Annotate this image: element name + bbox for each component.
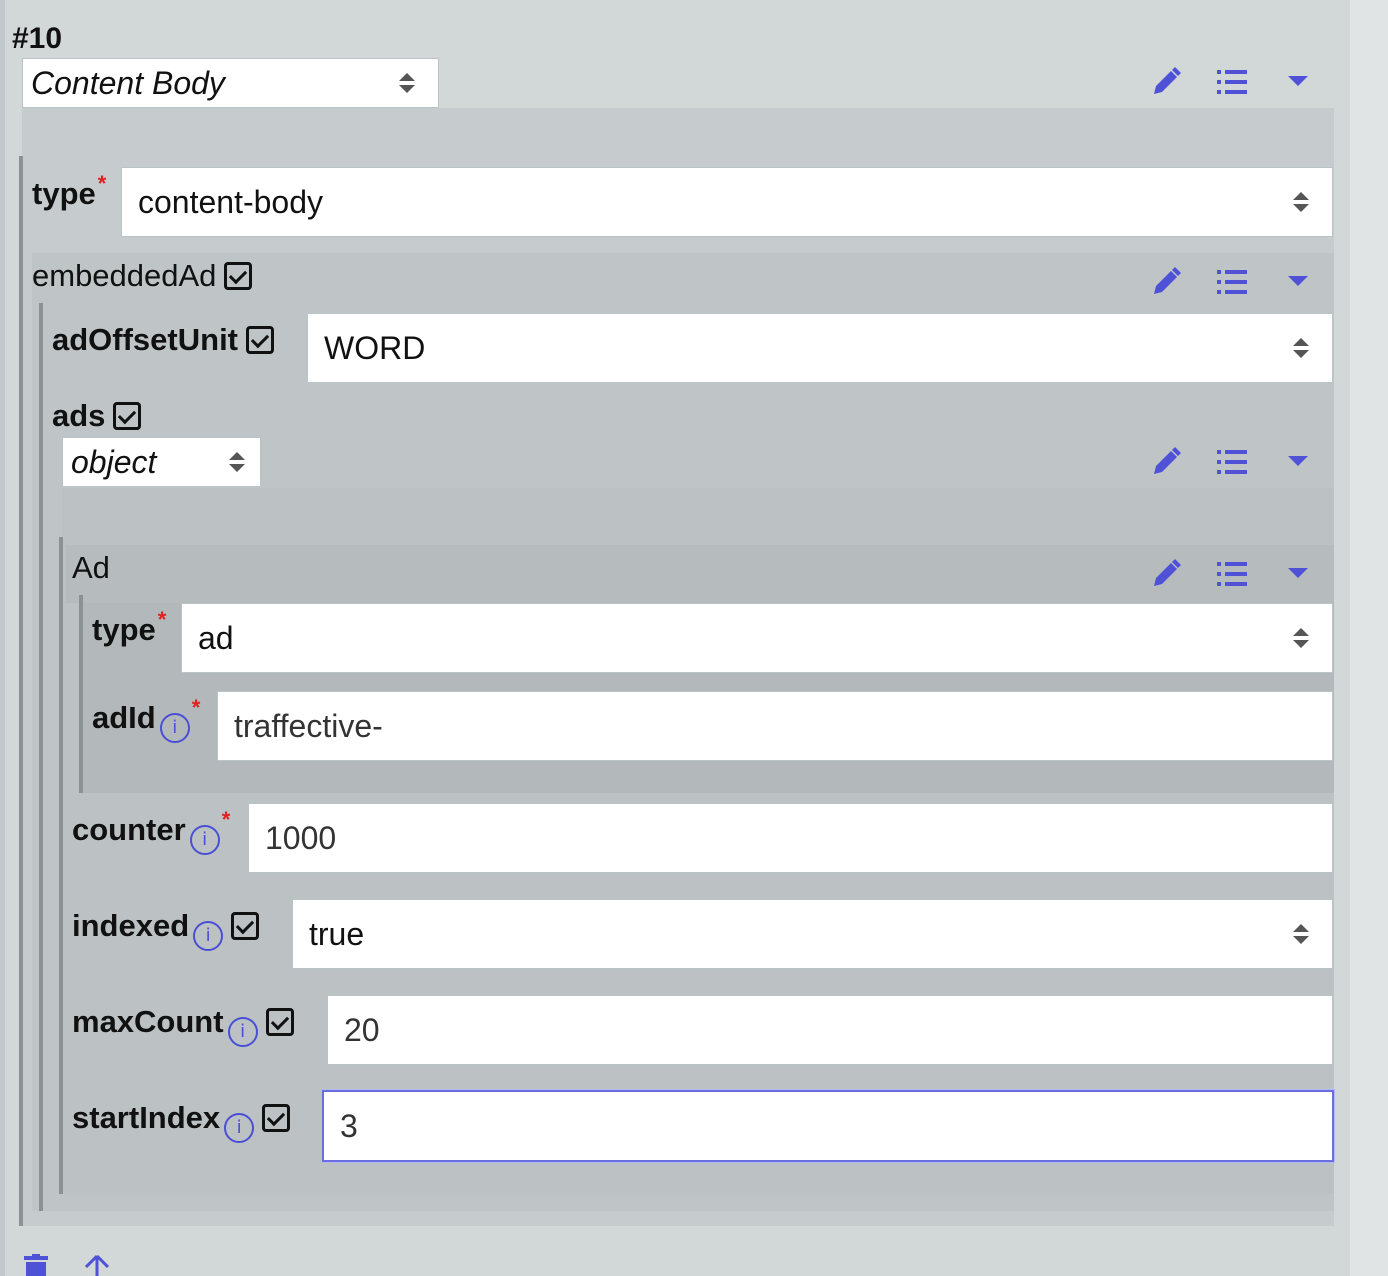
info-icon[interactable]: i [193,921,224,951]
maxCount-checkbox[interactable] [265,1008,294,1036]
select-arrows-icon [1293,192,1309,212]
type-label: type * [32,171,107,211]
adId-value: traffective- [234,707,383,744]
ad-type-select[interactable]: ad [181,603,1333,673]
select-arrows-icon [1293,628,1309,648]
edit-button[interactable] [1133,266,1199,298]
indexed-checkbox[interactable] [231,912,260,940]
adOffsetUnit-checkbox[interactable] [246,326,274,354]
select-arrows-icon [229,452,245,472]
embeddedAd-checkbox[interactable] [224,262,253,290]
properties-button[interactable] [1199,69,1265,95]
edit-button[interactable] [1133,558,1199,590]
scrollbar-track[interactable] [1350,0,1388,1276]
counter-label: counter i * [72,807,230,855]
maxCount-value: 20 [344,1011,380,1048]
trash-icon [24,1254,48,1276]
ad-toolbar [1133,558,1331,590]
embeddedAd-toolbar [1133,266,1331,298]
select-arrows-icon [399,73,415,93]
collapse-button[interactable] [1265,456,1331,468]
ads-item-select[interactable]: object [62,437,261,487]
schema-select[interactable]: Content Body [22,58,439,108]
counter-value: 1000 [265,819,337,856]
list-icon [1217,562,1247,586]
ad-type-value: ad [198,619,234,656]
caret-down-icon [1288,76,1308,86]
list-icon [1217,70,1247,94]
collapse-button[interactable] [1265,276,1331,288]
select-arrows-icon [1293,338,1309,358]
required-marker: * [191,695,201,720]
pencil-icon [1154,559,1181,586]
info-icon[interactable]: i [159,713,190,743]
left-border [0,0,5,1276]
edit-button[interactable] [1133,66,1199,98]
pencil-icon [1154,447,1181,474]
type-select[interactable]: content-body [121,167,1333,237]
ad-type-label: type * [92,607,167,647]
list-icon [1217,270,1247,294]
required-marker: * [97,171,107,196]
startIndex-label: startIndex i [72,1100,291,1143]
collapse-button[interactable] [1265,76,1331,88]
startIndex-input[interactable]: 3 [322,1090,1334,1162]
ad-indent-line [79,595,83,793]
item-indent-line [19,156,23,1226]
counter-input[interactable]: 1000 [248,803,1333,873]
adOffsetUnit-select[interactable]: WORD [307,313,1333,383]
required-marker: * [221,807,231,832]
collapse-button[interactable] [1265,568,1331,580]
indexed-select[interactable]: true [292,899,1333,969]
pencil-icon [1154,67,1181,94]
startIndex-checkbox[interactable] [262,1104,291,1132]
item-toolbar [1133,66,1331,98]
properties-button[interactable] [1199,561,1265,587]
properties-button[interactable] [1199,269,1265,295]
embeddedAd-indent-line [39,303,43,1211]
delete-button[interactable] [22,1254,50,1276]
ads-item-select-value: object [71,443,157,480]
adId-input[interactable]: traffective- [217,691,1333,761]
pencil-icon [1154,267,1181,294]
maxCount-input[interactable]: 20 [327,995,1333,1065]
item-number: #10 [12,22,63,55]
list-icon [1217,450,1247,474]
info-icon[interactable]: i [189,825,220,855]
properties-button[interactable] [1199,449,1265,475]
ads-indent-line [59,537,63,1194]
arrow-up-icon [84,1254,110,1276]
indexed-label: indexed i [72,908,260,951]
schema-select-value: Content Body [31,64,225,101]
ads-checkbox[interactable] [113,402,142,430]
startIndex-value: 3 [340,1107,358,1144]
required-marker: * [157,607,167,632]
embeddedAd-label: embeddedAd [32,258,253,294]
ad-title: Ad [72,550,110,585]
caret-down-icon [1288,276,1308,286]
caret-down-icon [1288,568,1308,578]
adId-label: adId i * [92,695,200,743]
indexed-value: true [309,915,365,952]
info-icon[interactable]: i [224,1113,255,1143]
caret-down-icon [1288,456,1308,466]
ads-label: ads [52,398,142,434]
type-select-value: content-body [138,183,324,220]
move-up-button[interactable] [84,1254,110,1276]
adOffsetUnit-label: adOffsetUnit [52,322,274,358]
ads-toolbar [1133,446,1331,478]
maxCount-label: maxCount i [72,1004,294,1047]
adOffsetUnit-value: WORD [324,329,426,366]
select-arrows-icon [1293,924,1309,944]
info-icon[interactable]: i [227,1017,258,1047]
edit-button[interactable] [1133,446,1199,478]
